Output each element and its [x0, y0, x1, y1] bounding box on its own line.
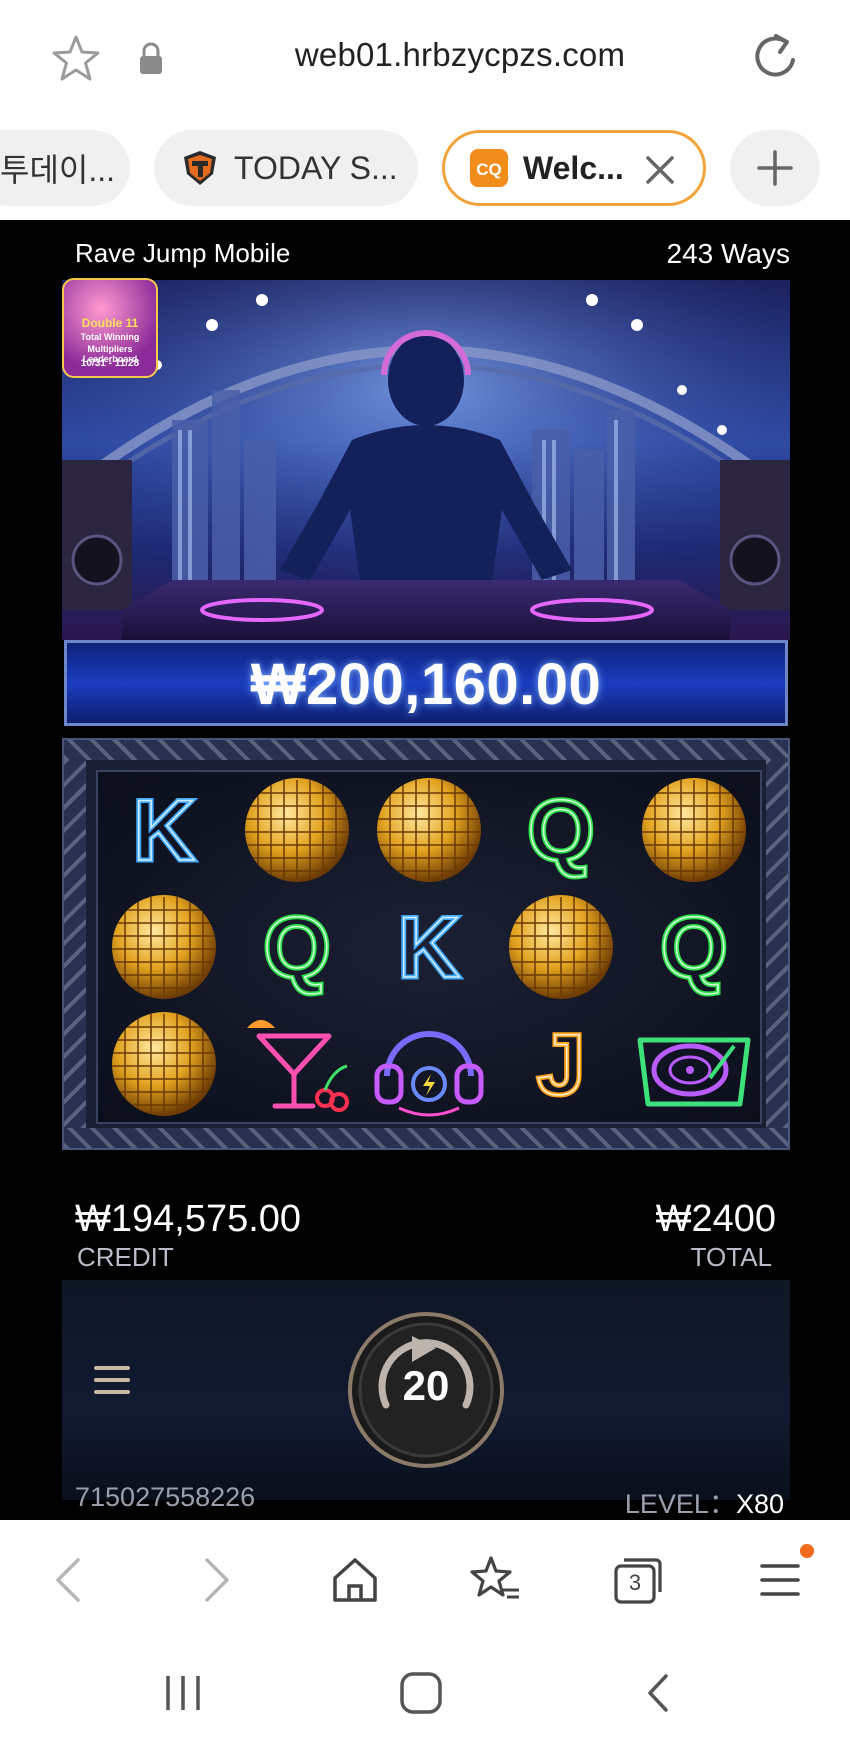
- plus-icon: [757, 150, 793, 186]
- back-icon[interactable]: [40, 1550, 100, 1610]
- reel-symbol-cocktail-icon: [230, 1005, 362, 1122]
- total-bet-label: TOTAL: [690, 1242, 772, 1272]
- credit-label: CREDIT: [77, 1242, 174, 1272]
- reel-grid: KKQQQQKKQQJJ: [96, 770, 762, 1124]
- bookmark-star-icon[interactable]: [50, 33, 102, 85]
- tabs-button[interactable]: 3: [608, 1550, 668, 1610]
- system-back-icon[interactable]: [634, 1668, 684, 1718]
- game-title: Rave Jump Mobile: [75, 238, 291, 268]
- reel-symbol-q-icon: QQ: [628, 889, 760, 1006]
- game-canvas[interactable]: Rave Jump Mobile 243 Ways Double 11 Tota…: [0, 220, 850, 1520]
- svg-text:Q: Q: [660, 900, 727, 996]
- reel-symbol-disco-ball-icon: [98, 889, 230, 1006]
- browser-menu-button[interactable]: [750, 1544, 814, 1610]
- svg-text:K: K: [133, 783, 195, 879]
- dj-stage-artwork: [62, 280, 790, 640]
- jackpot-banner: ₩200,160.00: [64, 640, 788, 726]
- bookmarks-icon[interactable]: [465, 1550, 525, 1610]
- round-id: 715027558226: [75, 1482, 256, 1512]
- tab-label: TODAY S...: [234, 149, 398, 186]
- reel-symbol-turntable-icon: [628, 1005, 760, 1122]
- tab-korean[interactable]: 투데이...: [0, 130, 130, 206]
- browser-toolbar: 3: [0, 1520, 850, 1640]
- promo-badge[interactable]: Double 11 Total Winning Multipliers Lead…: [62, 278, 158, 378]
- svg-text:K: K: [398, 900, 460, 996]
- tab-label: Welc...: [523, 149, 624, 186]
- hamburger-menu-icon: [760, 1564, 800, 1596]
- reel-symbol-headphones-icon: [363, 1005, 495, 1122]
- address-field[interactable]: web01.hrbzycpzs.com: [180, 36, 740, 74]
- cq-logo-icon: CQ: [470, 149, 508, 187]
- recent-apps-icon[interactable]: [158, 1668, 208, 1718]
- lock-icon[interactable]: [136, 42, 166, 76]
- svg-text:Q: Q: [263, 900, 330, 996]
- jackpot-amount: ₩200,160.00: [250, 652, 602, 717]
- reel-symbol-q-icon: QQ: [230, 889, 362, 1006]
- autospin-count: 20: [402, 1362, 450, 1409]
- reel-symbol-k-icon: KK: [363, 889, 495, 1006]
- home-icon[interactable]: [325, 1550, 385, 1610]
- tab-strip: 투데이... TODAY S... CQ Welc...: [0, 118, 850, 220]
- level-indicator: LEVEL：X80: [625, 1482, 784, 1521]
- reel-frame: KKQQQQKKQQJJ: [62, 738, 790, 1150]
- reel-symbol-q-icon: QQ: [495, 772, 627, 889]
- promo-dates: 10/31 - 11/28: [80, 358, 140, 369]
- new-tab-button[interactable]: [730, 130, 820, 206]
- notification-dot: [800, 1544, 814, 1558]
- svg-text:Q: Q: [528, 783, 595, 879]
- tab-today[interactable]: TODAY S...: [154, 130, 418, 206]
- credit-value: ₩194,575.00: [75, 1198, 302, 1240]
- reel-symbol-disco-ball-icon: [98, 1005, 230, 1122]
- dj-scene-illustration: [62, 280, 790, 640]
- browser-url-bar: web01.hrbzycpzs.com: [0, 0, 850, 118]
- level-value: X80: [735, 1489, 784, 1519]
- tab-count: 3: [628, 1570, 642, 1595]
- close-tab-icon[interactable]: [643, 153, 677, 187]
- ways-label: 243 Ways: [666, 238, 790, 269]
- reel-symbol-disco-ball-icon: [495, 889, 627, 1006]
- reel-symbol-disco-ball-icon: [363, 772, 495, 889]
- total-bet-value[interactable]: ₩2400: [656, 1198, 776, 1241]
- reload-icon[interactable]: [750, 30, 800, 84]
- reel-symbol-k-icon: KK: [98, 772, 230, 889]
- tab-label: 투데이...: [0, 152, 115, 188]
- promo-line2: Total Winning: [80, 332, 140, 342]
- system-home-icon[interactable]: [396, 1668, 446, 1718]
- shield-logo-icon: [184, 151, 216, 185]
- tab-welcome-active[interactable]: CQ Welc...: [442, 130, 706, 206]
- reel-symbol-disco-ball-icon: [230, 772, 362, 889]
- reel-symbol-j-icon: JJ: [495, 1005, 627, 1122]
- svg-text:J: J: [537, 1017, 585, 1113]
- game-menu-icon[interactable]: [92, 1360, 132, 1400]
- reel-symbol-disco-ball-icon: [628, 772, 760, 889]
- svg-text:CQ: CQ: [476, 160, 502, 179]
- promo-line1: Double 11: [81, 316, 139, 330]
- system-navigation-bar: [0, 1640, 850, 1747]
- forward-icon[interactable]: [185, 1550, 245, 1610]
- level-label: LEVEL：: [624, 1489, 736, 1519]
